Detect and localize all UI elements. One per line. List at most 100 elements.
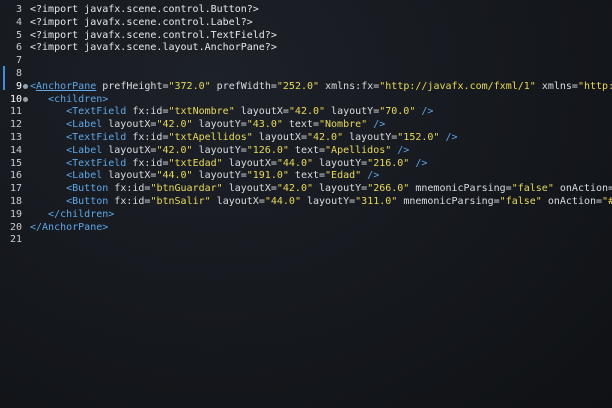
line-code: <?import javafx.scene.control.Label?> (30, 17, 253, 29)
code-token: "42.0" (306, 132, 344, 143)
code-token: fx:id= (126, 132, 169, 143)
code-token: "42.0" (156, 119, 193, 131)
line-number: 7 (15, 55, 22, 67)
code-token: "44.0" (264, 196, 301, 207)
code-line[interactable]: 6 <?import javafx.scene.layout.AnchorPane… (0, 42, 612, 54)
code-token: text= (288, 170, 326, 182)
code-line[interactable]: 4 <?import javafx.scene.control.Label?> (0, 17, 612, 29)
code-token: prefWidth= (210, 80, 277, 92)
code-token: layoutY= (192, 119, 247, 131)
code-line[interactable]: 15 <TextField fx:id="txtEdad" layoutX="4… (0, 158, 612, 170)
code-token: <?import javafx.scene.control.Label?> (30, 16, 253, 28)
code-token: AnchorPane (36, 80, 97, 92)
fold-marker-icon[interactable] (23, 83, 28, 89)
line-code: <?import javafx.scene.layout.AnchorPane?… (30, 42, 277, 54)
line-number: 18 (9, 196, 22, 207)
code-token: "44.0" (156, 170, 193, 182)
code-token: fx:id= (126, 157, 169, 169)
code-line[interactable]: 8 (0, 68, 612, 80)
line-code: <TextField fx:id="txtNombre" layoutX="42… (30, 106, 433, 118)
code-token: "44.0" (276, 157, 313, 169)
line-number: 17 (9, 183, 22, 195)
code-token: xmlns= (535, 80, 578, 92)
code-token: layoutY= (300, 196, 356, 207)
code-token: layoutX= (222, 183, 277, 195)
line-code: </AnchorPane> (30, 222, 108, 234)
code-line[interactable]: 12 <Label layoutX="42.0" layoutY="43.0" … (0, 119, 612, 131)
code-token: layoutY= (312, 157, 368, 169)
line-number: 3 (15, 4, 22, 15)
code-token: <Label (30, 144, 103, 156)
code-token: layoutX= (102, 119, 157, 131)
code-token: mnemonicParsing= (397, 196, 500, 207)
line-number: 14 (9, 144, 22, 156)
code-token: layoutX= (102, 144, 157, 156)
code-line[interactable]: 16 <Label layoutX="44.0" layoutY="191.0"… (0, 170, 612, 182)
line-number: 9 (15, 80, 22, 92)
code-token: /> (415, 106, 434, 118)
code-line[interactable]: 5 <?import javafx.scene.control.TextField… (0, 30, 612, 42)
code-token: </AnchorPane> (30, 221, 109, 233)
code-line[interactable]: 11 <TextField fx:id="txtNombre" layoutX=… (0, 106, 612, 118)
line-number: 16 (9, 170, 22, 182)
code-line[interactable]: 9 <AnchorPane prefHeight="372.0" prefWidt… (0, 81, 612, 93)
line-code: <?import javafx.scene.control.Button?> (30, 4, 259, 16)
code-token: onAction= (553, 183, 612, 195)
code-token: layoutX= (102, 170, 157, 182)
code-token: /> (409, 157, 428, 169)
code-token: <?import javafx.scene.control.Button?> (30, 4, 259, 15)
line-code: </children> (30, 209, 114, 221)
code-token: layoutX= (252, 132, 307, 143)
code-token: layoutX= (222, 157, 277, 169)
code-token: layoutY= (192, 170, 247, 182)
code-line[interactable]: 13 <TextField fx:id="txtApellidos" layou… (0, 132, 612, 144)
code-token: <children> (30, 93, 109, 105)
code-token: <TextField (30, 157, 127, 169)
code-token: <Button (30, 196, 109, 207)
code-token: fx:id= (108, 183, 151, 195)
code-token: layoutY= (343, 132, 398, 143)
line-code: <Label layoutX="42.0" layoutY="126.0" te… (30, 145, 409, 157)
code-line[interactable]: 17 <Button fx:id="btnGuardar" layoutX="4… (0, 183, 612, 195)
code-line[interactable]: 21 (0, 234, 612, 246)
code-token: "311.0" (355, 196, 398, 207)
code-token: layoutY= (313, 183, 368, 195)
line-code: <Button fx:id="btnGuardar" layoutX="42.0… (30, 183, 612, 195)
code-token: text= (282, 119, 319, 131)
code-token: "btnSalir" (150, 196, 211, 207)
line-number: 8 (15, 68, 22, 79)
code-token: "70.0" (379, 106, 416, 118)
line-code: <AnchorPane prefHeight="372.0" prefWidth… (30, 81, 612, 93)
code-editor[interactable]: 3 <?import javafx.scene.control.Button?> 4… (0, 0, 612, 408)
line-number: 21 (9, 234, 22, 246)
code-token: /> (391, 144, 410, 156)
line-number: 4 (15, 16, 22, 28)
code-line[interactable]: 3 <?import javafx.scene.control.Button?> (0, 4, 612, 16)
code-token: "266.0" (367, 183, 410, 195)
code-line[interactable]: 7 (0, 55, 612, 67)
line-number: 11 (9, 106, 22, 118)
code-token: <TextField (30, 132, 127, 143)
line-number: 12 (9, 119, 22, 131)
code-token: "42.0" (276, 183, 313, 195)
code-token: "false" (511, 183, 554, 195)
code-token: "42.0" (288, 106, 326, 118)
code-line[interactable]: 18 <Button fx:id="btnSalir" layoutX="44.… (0, 196, 612, 208)
code-token: fx:id= (108, 196, 151, 207)
code-token: layoutX= (210, 196, 265, 207)
code-line[interactable]: 14 <Label layoutX="42.0" layoutY="126.0"… (0, 145, 612, 157)
fold-marker-icon[interactable] (23, 96, 28, 102)
code-token: /> (439, 132, 458, 143)
line-code: <Label layoutX="42.0" layoutY="43.0" tex… (30, 119, 385, 131)
code-line[interactable]: 20 </AnchorPane> (0, 222, 612, 234)
code-line[interactable]: 10 <children> (0, 94, 612, 106)
code-token: prefHeight= (96, 80, 169, 92)
code-token: "372.0" (168, 80, 211, 92)
code-token: xmlns:fx= (319, 80, 380, 92)
code-line[interactable]: 19 </children> (0, 209, 612, 221)
code-token: "false" (499, 196, 542, 207)
line-code: <TextField fx:id="txtEdad" layoutX="44.0… (30, 158, 427, 170)
code-token: /> (367, 119, 386, 131)
code-token: "152.0" (397, 132, 440, 143)
code-token: "Edad" (325, 170, 362, 182)
